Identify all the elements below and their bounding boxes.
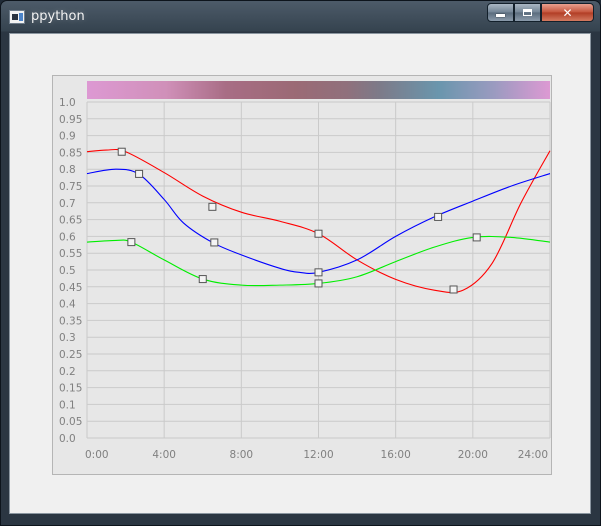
control-point-handle[interactable]: [127, 238, 136, 247]
close-button[interactable]: ✕: [541, 3, 594, 22]
y-tick-label: 0.7: [59, 198, 76, 210]
minimize-icon: [496, 14, 505, 17]
x-tick-label: 8:00: [230, 449, 254, 461]
control-point-handle[interactable]: [314, 229, 323, 238]
control-point-handle[interactable]: [314, 279, 323, 288]
y-tick-label: 0.8: [59, 164, 76, 176]
minimize-button[interactable]: [487, 3, 514, 22]
maximize-icon: [523, 9, 532, 16]
control-point-handle[interactable]: [208, 202, 217, 211]
control-point-handle[interactable]: [449, 285, 458, 294]
x-tick-label: 12:00: [303, 449, 333, 461]
x-tick-label: 24:00: [518, 449, 548, 461]
x-tick-label: 16:00: [381, 449, 411, 461]
x-tick-label: 0:00: [85, 449, 109, 461]
y-tick-label: 0.45: [59, 282, 82, 294]
y-tick-label: 0.05: [59, 416, 82, 428]
title-bar[interactable]: ppython ✕: [1, 1, 600, 33]
gradient-bar: [87, 81, 550, 99]
y-tick-label: 0.1: [59, 399, 76, 411]
y-tick-label: 0.75: [59, 181, 82, 193]
y-tick-label: 0.25: [59, 349, 82, 361]
y-tick-label: 1.0: [59, 97, 76, 109]
window-title: ppython: [31, 9, 85, 24]
x-tick-label: 20:00: [458, 449, 488, 461]
y-tick-label: 0.2: [59, 366, 76, 378]
y-tick-label: 0.65: [59, 215, 82, 227]
y-tick-label: 0.15: [59, 383, 82, 395]
client-area: 0.0 0.05 0.1 0.15 0.2 0.25 0.3 0.35 0.4 0.45 0.5 0.…: [9, 33, 591, 514]
line-chart[interactable]: 0.0 0.05 0.1 0.15 0.2 0.25 0.3 0.35 0.4 0.45 0.5 0.…: [53, 76, 551, 474]
y-axis-ticks: 0.0 0.05 0.1 0.15 0.2 0.25 0.3 0.35 0.4 0.45 0.5 0.…: [59, 97, 82, 445]
control-point-handle[interactable]: [472, 233, 481, 242]
y-tick-label: 0.6: [59, 231, 76, 243]
control-point-handle[interactable]: [434, 212, 443, 221]
y-tick-label: 0.95: [59, 114, 82, 126]
control-point-handle[interactable]: [314, 268, 323, 277]
control-point-handle[interactable]: [210, 238, 219, 247]
y-tick-label: 0.55: [59, 248, 82, 260]
control-point-handle[interactable]: [117, 147, 126, 156]
app-icon[interactable]: [9, 10, 25, 24]
control-point-handle[interactable]: [198, 275, 207, 284]
y-tick-label: 0.9: [59, 131, 76, 143]
y-tick-label: 0.0: [59, 433, 76, 445]
close-icon: ✕: [562, 5, 573, 20]
control-point-handle[interactable]: [135, 169, 144, 178]
x-tick-label: 4:00: [152, 449, 176, 461]
x-axis-ticks: 0:00 4:00 8:00 12:00 16:00 20:00 24:00: [85, 449, 548, 461]
y-tick-label: 0.4: [59, 299, 76, 311]
y-tick-label: 0.3: [59, 332, 76, 344]
app-window: ppython ✕ 0.0 0.05 0.1 0.15 0.2 0.25 0.3 0.35 0.…: [0, 0, 601, 526]
chart-panel: 0.0 0.05 0.1 0.15 0.2 0.25 0.3 0.35 0.4 0.45 0.5 0.…: [52, 75, 552, 475]
maximize-button[interactable]: [514, 3, 541, 22]
y-tick-label: 0.35: [59, 315, 82, 327]
y-tick-label: 0.5: [59, 265, 76, 277]
window-controls: ✕: [487, 3, 594, 23]
y-tick-label: 0.85: [59, 147, 82, 159]
